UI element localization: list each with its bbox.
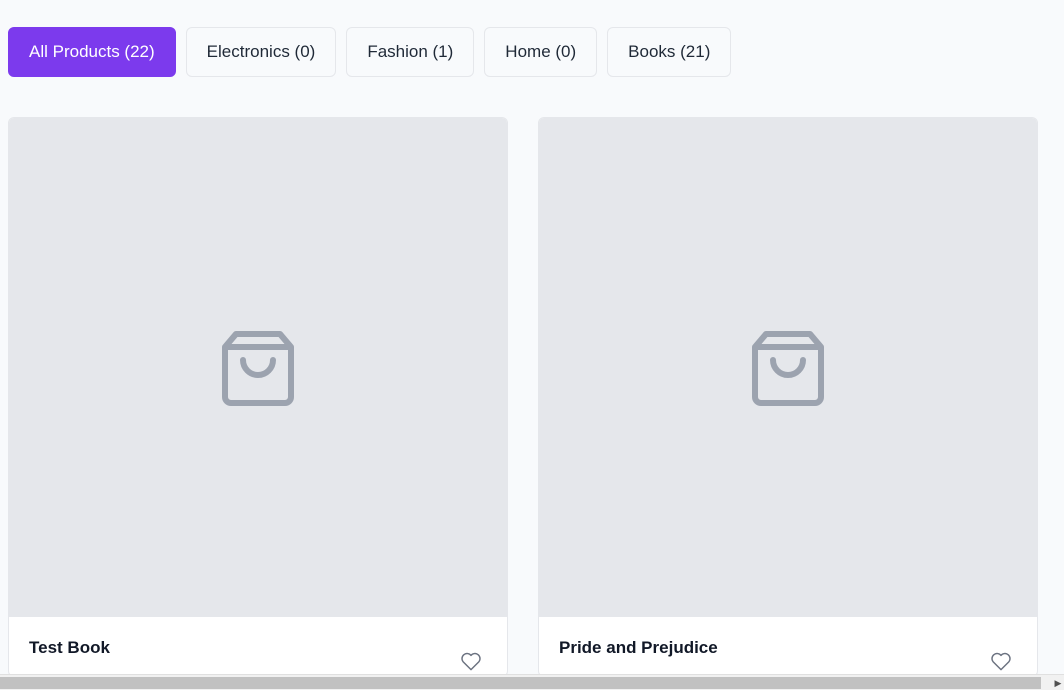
- filter-all-products[interactable]: All Products (22): [8, 27, 176, 77]
- filter-home[interactable]: Home (0): [484, 27, 598, 77]
- product-image-placeholder: [9, 118, 507, 617]
- filter-books[interactable]: Books (21): [607, 27, 732, 77]
- product-title: Test Book: [29, 638, 110, 657]
- category-filter-bar: All Products (22) Electronics (0) Fashio…: [8, 27, 732, 77]
- product-title: Pride and Prejudice: [559, 638, 718, 657]
- product-card-body: Pride and Prejudice: [539, 617, 1037, 676]
- favorite-button[interactable]: [459, 650, 483, 672]
- shopping-bag-icon: [222, 330, 294, 406]
- favorite-button[interactable]: [989, 650, 1013, 672]
- heart-icon: [991, 652, 1011, 671]
- scroll-right-arrow-icon[interactable]: ▶: [1052, 675, 1064, 690]
- scrollbar-thumb[interactable]: [0, 677, 1041, 689]
- filter-electronics[interactable]: Electronics (0): [185, 27, 337, 77]
- product-card-body: Test Book: [9, 617, 507, 676]
- filter-fashion[interactable]: Fashion (1): [346, 27, 475, 77]
- product-card[interactable]: Pride and Prejudice: [538, 117, 1038, 677]
- shopping-bag-icon: [752, 330, 824, 406]
- product-image-placeholder: [539, 118, 1037, 617]
- heart-icon: [461, 652, 481, 671]
- product-grid: Test Book Pride and Prejudice: [8, 117, 1038, 677]
- product-card[interactable]: Test Book: [8, 117, 508, 677]
- product-listing-page: All Products (22) Electronics (0) Fashio…: [0, 0, 1064, 690]
- horizontal-scrollbar[interactable]: ▶: [0, 674, 1064, 690]
